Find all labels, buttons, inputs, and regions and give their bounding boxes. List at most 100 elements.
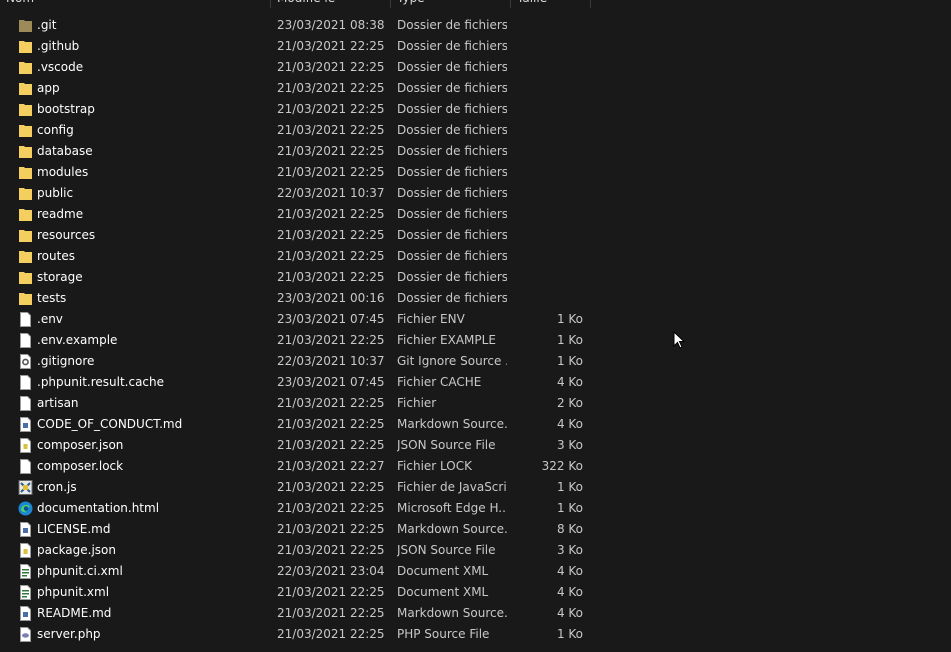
folder-icon xyxy=(18,185,33,202)
file-type: Fichier LOCK xyxy=(397,459,472,473)
file-type: Git Ignore Source ... xyxy=(397,354,507,368)
file-name: routes xyxy=(37,249,75,263)
file-list-row[interactable]: readme 21/03/2021 22:25 Dossier de fichier… xyxy=(0,204,600,225)
edge-icon xyxy=(18,500,33,517)
column-header-bar: Nom Modifié le Type Taille xyxy=(0,0,600,8)
file-size: 1 Ko xyxy=(556,354,583,368)
file-name: modules xyxy=(37,165,89,179)
file-list-row[interactable]: cron.js 21/03/2021 22:25 Fichier de JavaSc… xyxy=(0,477,600,498)
file-size: 4 Ko xyxy=(556,585,583,599)
file-list-row[interactable]: .env 23/03/2021 07:45 Fichier ENV 1 Ko xyxy=(0,309,600,330)
file-type: Dossier de fichiers xyxy=(397,144,507,158)
json-file-icon xyxy=(18,437,33,454)
file-type: Dossier de fichiers xyxy=(397,60,507,74)
file-list-row[interactable]: phpunit.xml 21/03/2021 22:25 Document XML 4… xyxy=(0,582,600,603)
file-list-row[interactable]: composer.lock 21/03/2021 22:27 Fichier LOC… xyxy=(0,456,600,477)
folder-icon xyxy=(18,59,33,76)
file-name: composer.lock xyxy=(37,459,124,473)
file-list-row[interactable]: phpunit.ci.xml 22/03/2021 23:04 Document X… xyxy=(0,561,600,582)
file-modified-date: 21/03/2021 22:25 xyxy=(277,480,385,494)
file-name: documentation.html xyxy=(37,501,160,515)
file-name: readme xyxy=(37,207,84,221)
file-size: 8 Ko xyxy=(556,522,583,536)
file-list-row[interactable]: documentation.html 21/03/2021 22:25 Micros… xyxy=(0,498,600,519)
file-name: LICENSE.md xyxy=(37,522,111,536)
file-list-row[interactable]: resources 21/03/2021 22:25 Dossier de fich… xyxy=(0,225,600,246)
column-header-modified[interactable]: Modifié le xyxy=(271,0,391,8)
file-modified-date: 22/03/2021 10:37 xyxy=(277,354,385,368)
file-name: storage xyxy=(37,270,83,284)
file-modified-date: 23/03/2021 00:16 xyxy=(277,291,385,305)
file-size: 4 Ko xyxy=(556,564,583,578)
file-name: cron.js xyxy=(37,480,77,494)
file-type: Dossier de fichiers xyxy=(397,102,507,116)
file-type: Document XML xyxy=(397,585,489,599)
file-type: Markdown Source... xyxy=(397,417,507,431)
file-modified-date: 23/03/2021 07:45 xyxy=(277,375,385,389)
file-modified-date: 21/03/2021 22:25 xyxy=(277,60,385,74)
file-list-row[interactable]: storage 21/03/2021 22:25 Dossier de fichie… xyxy=(0,267,600,288)
column-header-name[interactable]: Nom xyxy=(0,0,271,8)
file-list-row[interactable]: README.md 21/03/2021 22:25 Markdown Source… xyxy=(0,603,600,624)
file-list-row[interactable]: routes 21/03/2021 22:25 Dossier de fichier… xyxy=(0,246,600,267)
file-type: Fichier de JavaScript xyxy=(397,480,507,494)
file-type: Dossier de fichiers xyxy=(397,228,507,242)
file-list-row[interactable]: .env.example 21/03/2021 22:25 Fichier EXAM… xyxy=(0,330,600,351)
file-list-row[interactable]: .git 23/03/2021 08:38 Dossier de fichiers xyxy=(0,15,600,36)
file-modified-date: 21/03/2021 22:25 xyxy=(277,165,385,179)
file-list-row[interactable]: CODE_OF_CONDUCT.md 21/03/2021 22:25 Markdo… xyxy=(0,414,600,435)
file-modified-date: 21/03/2021 22:25 xyxy=(277,396,385,410)
file-type: PHP Source File xyxy=(397,627,490,641)
file-list-row[interactable]: modules 21/03/2021 22:25 Dossier de fichie… xyxy=(0,162,600,183)
folder-icon xyxy=(18,122,33,139)
file-list-row[interactable]: .github 21/03/2021 22:25 Dossier de fichie… xyxy=(0,36,600,57)
folder-icon xyxy=(18,206,33,223)
file-list-row[interactable]: .gitignore 22/03/2021 10:37 Git Ignore Sou… xyxy=(0,351,600,372)
folder-icon xyxy=(18,269,33,286)
file-name: .gitignore xyxy=(37,354,95,368)
file-list-row[interactable]: composer.json 21/03/2021 22:25 JSON Source… xyxy=(0,435,600,456)
column-header-type[interactable]: Type xyxy=(391,0,511,8)
file-name: package.json xyxy=(37,543,117,557)
file-list-row[interactable]: .vscode 21/03/2021 22:25 Dossier de fichie… xyxy=(0,57,600,78)
file-type: Dossier de fichiers xyxy=(397,165,507,179)
file-type: Dossier de fichiers xyxy=(397,291,507,305)
file-icon xyxy=(18,332,33,349)
file-type: JSON Source File xyxy=(397,438,496,452)
folder-icon xyxy=(18,227,33,244)
file-type: Fichier xyxy=(397,396,437,410)
file-list-row[interactable]: LICENSE.md 21/03/2021 22:25 Markdown Sourc… xyxy=(0,519,600,540)
file-list-row[interactable]: package.json 21/03/2021 22:25 JSON Source … xyxy=(0,540,600,561)
file-name: config xyxy=(37,123,74,137)
file-modified-date: 21/03/2021 22:25 xyxy=(277,522,385,536)
file-type: Fichier CACHE xyxy=(397,375,482,389)
file-size: 1 Ko xyxy=(556,333,583,347)
column-header-size[interactable]: Taille xyxy=(511,0,591,8)
file-list-row[interactable]: .phpunit.result.cache 23/03/2021 07:45 Fic… xyxy=(0,372,600,393)
file-modified-date: 21/03/2021 22:25 xyxy=(277,39,385,53)
file-name: .env.example xyxy=(37,333,118,347)
file-list-row[interactable]: database 21/03/2021 22:25 Dossier de fichi… xyxy=(0,141,600,162)
folder-icon xyxy=(18,80,33,97)
file-list-row[interactable]: bootstrap 21/03/2021 22:25 Dossier de fich… xyxy=(0,99,600,120)
file-size: 1 Ko xyxy=(556,627,583,641)
file-name: .git xyxy=(37,18,57,32)
folder-icon xyxy=(18,38,33,55)
file-list-row[interactable]: server.php 21/03/2021 22:25 PHP Source Fil… xyxy=(0,624,600,645)
file-size: 1 Ko xyxy=(556,501,583,515)
file-list-row[interactable]: public 22/03/2021 10:37 Dossier de fichier… xyxy=(0,183,600,204)
file-list-row[interactable]: config 21/03/2021 22:25 Dossier de fichier… xyxy=(0,120,600,141)
file-list-row[interactable]: artisan 21/03/2021 22:25 Fichier 2 Ko xyxy=(0,393,600,414)
file-size: 1 Ko xyxy=(556,480,583,494)
file-name: bootstrap xyxy=(37,102,95,116)
file-type: Dossier de fichiers xyxy=(397,249,507,263)
markdown-file-icon xyxy=(18,416,33,433)
file-list-row[interactable]: tests 23/03/2021 00:16 Dossier de fichiers xyxy=(0,288,600,309)
file-modified-date: 21/03/2021 22:25 xyxy=(277,585,385,599)
folder-icon xyxy=(18,248,33,265)
markdown-file-icon xyxy=(18,521,33,538)
file-list-row[interactable]: app 21/03/2021 22:25 Dossier de fichiers xyxy=(0,78,600,99)
javascript-file-icon xyxy=(18,479,33,496)
file-modified-date: 21/03/2021 22:25 xyxy=(277,81,385,95)
file-modified-date: 21/03/2021 22:25 xyxy=(277,438,385,452)
